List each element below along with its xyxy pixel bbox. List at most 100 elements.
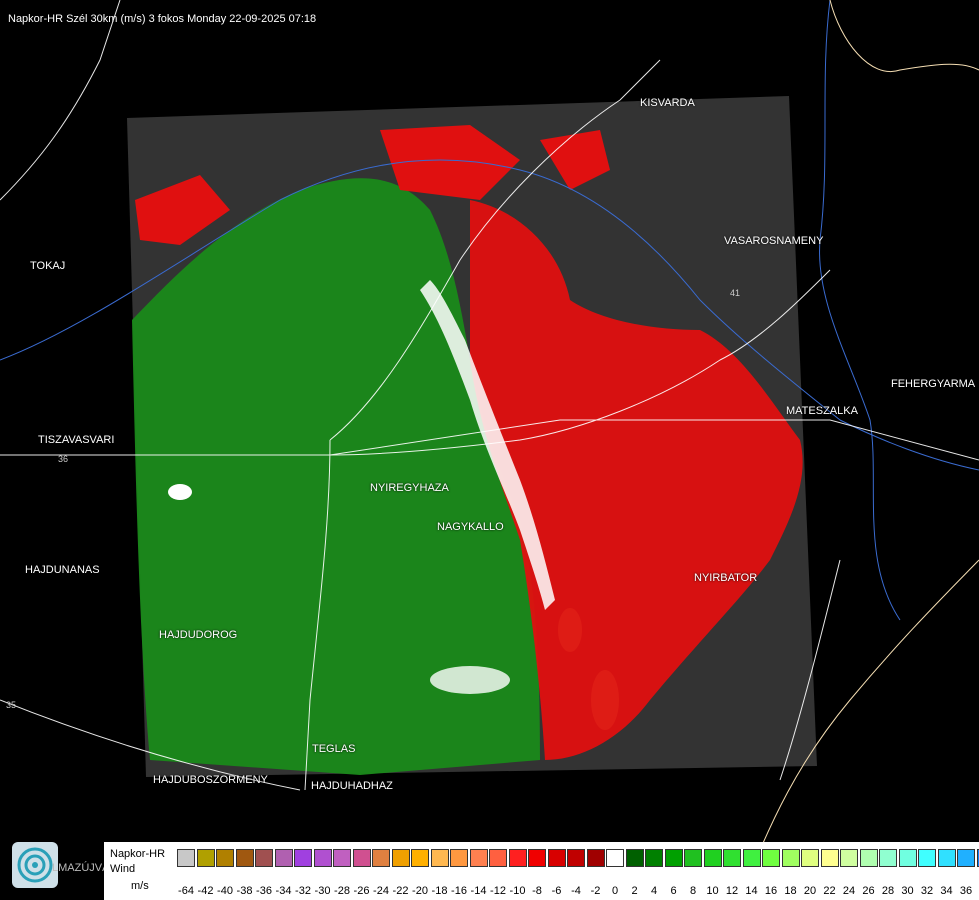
legend-swatch xyxy=(313,849,332,867)
legend-swatch xyxy=(469,849,488,867)
legend-swatch xyxy=(606,849,624,867)
legend-swatch xyxy=(645,849,663,867)
legend-tick-label: -24 xyxy=(373,885,389,897)
legend-tick-label: -8 xyxy=(532,885,542,897)
legend-swatch xyxy=(430,849,449,867)
legend-tick-label: 0 xyxy=(611,885,619,897)
legend-swatch xyxy=(547,849,566,867)
legend-swatch xyxy=(820,849,839,867)
legend-tick-label: 36 xyxy=(959,885,973,897)
city-label-mateszalka: MATESZALKA xyxy=(786,405,858,417)
wind-legend: Napkor-HR Wind m/s -64 -42 -40 -38 -36 -34 -32… xyxy=(104,842,979,900)
city-label-kisvarda: KISVARDA xyxy=(640,97,695,109)
road-number-label: 36 xyxy=(58,454,68,464)
legend-swatch xyxy=(742,849,761,867)
city-label-vasarosnameny: VASAROSNAMENY xyxy=(724,235,824,247)
legend-swatch xyxy=(294,849,312,867)
legend-swatch xyxy=(957,849,975,867)
city-label-nyirbator: NYIRBATOR xyxy=(694,572,758,584)
legend-tick-label: 4 xyxy=(650,885,658,897)
legend-tick-label: -30 xyxy=(314,885,331,897)
legend-tick-label: -38 xyxy=(236,885,253,897)
legend-tick-label: -16 xyxy=(451,885,467,897)
legend-swatch xyxy=(567,849,585,867)
radar-zero-patch xyxy=(168,484,192,500)
legend-swatch xyxy=(333,849,351,867)
legend-swatch xyxy=(489,849,507,867)
legend-tick-label: -18 xyxy=(431,885,448,897)
legend-swatch xyxy=(703,849,722,867)
legend-swatch xyxy=(664,849,683,867)
river xyxy=(819,0,901,621)
city-label-nagykallo: NAGYKALLO xyxy=(437,521,504,533)
legend-swatch xyxy=(781,849,800,867)
legend-swatch xyxy=(196,849,215,867)
legend-swatch xyxy=(684,849,702,867)
city-label-tokaj: TOKAJ xyxy=(30,260,66,272)
legend-tick-label: -32 xyxy=(295,885,311,897)
legend-tick-label: -10 xyxy=(509,885,526,897)
legend-swatch xyxy=(586,849,605,867)
legend-tick-label: -4 xyxy=(571,885,581,897)
legend-swatch xyxy=(918,849,936,867)
legend-tick-label: 18 xyxy=(784,885,797,897)
legend-tick-label: 12 xyxy=(725,885,739,897)
legend-tick-label: 10 xyxy=(706,885,719,897)
legend-tick-label: 8 xyxy=(689,885,697,897)
legend-tick-label: -40 xyxy=(217,885,233,897)
legend-swatch xyxy=(801,849,819,867)
city-label-hajduboszormeny: HAJDUBOSZORMENY xyxy=(153,774,268,786)
legend-tick-label: 26 xyxy=(862,885,875,897)
legend-tick-label: -14 xyxy=(470,885,487,897)
legend-swatch xyxy=(723,849,741,867)
legend-tick-label: 22 xyxy=(823,885,836,897)
city-label-teglas: TEGLAS xyxy=(312,743,356,755)
legend-tick-label: 2 xyxy=(631,885,638,897)
legend-tick-label: -36 xyxy=(256,885,272,897)
legend-swatch xyxy=(625,849,644,867)
legend-tick-label: -34 xyxy=(275,885,292,897)
legend-swatch xyxy=(177,849,195,867)
legend-tick-label: -12 xyxy=(490,885,506,897)
legend-swatch xyxy=(450,849,468,867)
legend-swatch xyxy=(879,849,897,867)
legend-tick-label: 14 xyxy=(745,885,758,897)
city-label-hajdudorog: HAJDUDOROG xyxy=(159,629,238,641)
legend-tick-label: 34 xyxy=(940,885,953,897)
road-number-label: 35 xyxy=(6,700,16,710)
legend-tick-label: 6 xyxy=(670,885,677,897)
legend-tick-label: -22 xyxy=(392,885,409,897)
legend-swatch xyxy=(762,849,780,867)
road-number-label: 41 xyxy=(730,288,740,298)
legend-swatch xyxy=(859,849,878,867)
legend-tick-label: 32 xyxy=(920,885,934,897)
legend-tick-label: 28 xyxy=(881,885,895,897)
legend-tick-label: -6 xyxy=(551,885,562,897)
legend-tick-label: 20 xyxy=(803,885,817,897)
city-label-nyiregyhaza: NYIREGYHAZA xyxy=(370,482,449,494)
radar-zero-patch xyxy=(430,666,510,694)
legend-swatch xyxy=(391,849,410,867)
county-border xyxy=(829,0,979,72)
legend-swatch xyxy=(528,849,546,867)
legend-tick-label: -26 xyxy=(353,885,370,897)
legend-variable: Wind xyxy=(110,863,136,875)
legend-swatch xyxy=(411,849,429,867)
legend-tick-label: -42 xyxy=(197,885,214,897)
legend-tick-label: -20 xyxy=(412,885,428,897)
map-title: Napkor-HR Szél 30km (m/s) 3 fokos Monday… xyxy=(8,13,317,25)
legend-tick-label: -64 xyxy=(178,885,194,897)
city-label-hajdunanas: HAJDUNANAS xyxy=(25,564,100,576)
city-label-hajduhadhaz: HAJDUHADHAZ xyxy=(311,780,393,792)
radar-map-canvas: 35 36 41 xyxy=(0,0,979,900)
legend-swatch xyxy=(216,849,234,867)
legend-swatch xyxy=(937,849,956,867)
legend-swatch xyxy=(274,849,293,867)
legend-swatch xyxy=(508,849,527,867)
legend-swatch xyxy=(840,849,858,867)
legend-tick-label: -2 xyxy=(590,885,601,897)
legend-swatch xyxy=(352,849,371,867)
radar-wind-map: 35 36 41 Napkor-HR Szél 30km (m/s) 3 fokos… xyxy=(0,0,979,900)
legend-swatch xyxy=(235,849,254,867)
legend-swatch xyxy=(898,849,917,867)
